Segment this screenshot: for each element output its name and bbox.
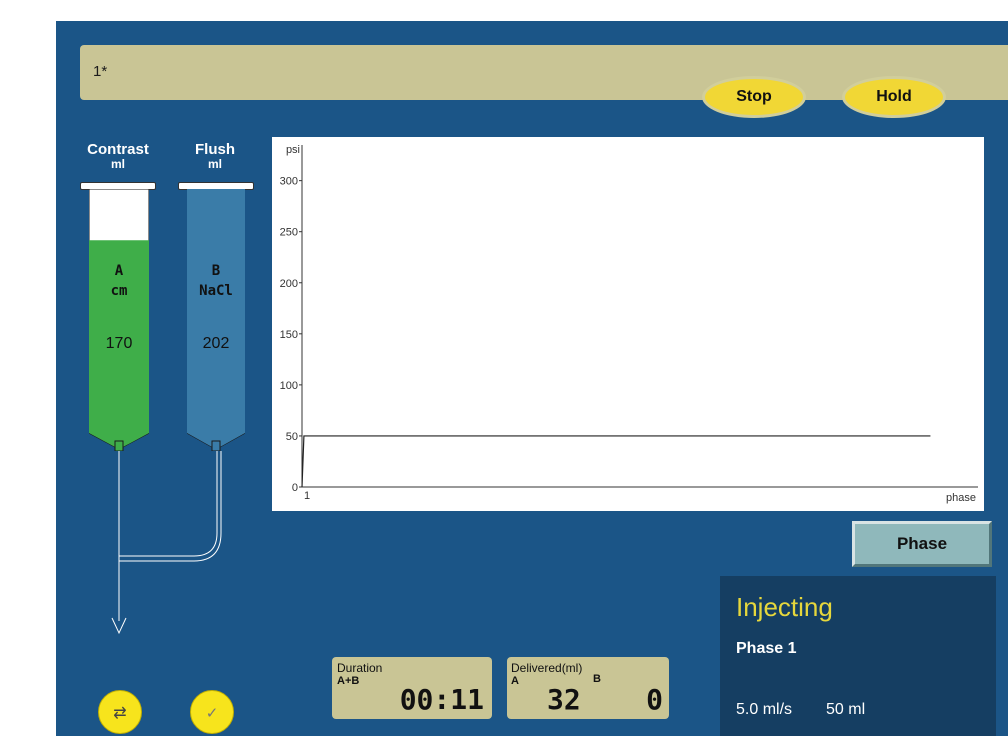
delivered-display: Delivered(ml) A 32 B 0: [507, 657, 669, 719]
y-tick-label: 50: [286, 431, 298, 443]
injection-state: Injecting: [736, 592, 833, 622]
y-axis-label: psi: [286, 144, 300, 156]
tubing-lines: [111, 451, 222, 635]
duration-value: 00:11: [399, 683, 484, 716]
y-tick-label: 250: [280, 227, 298, 239]
duration-sub-label: A+B: [337, 675, 360, 687]
check-icon: ✓: [205, 705, 219, 722]
y-tick-label: 0: [292, 482, 298, 494]
injection-volume: 50 ml: [826, 701, 866, 718]
y-tick-label: 150: [280, 329, 298, 341]
pressure-chart-svg: 0 50 100 150 200 250 300 psi phase 1: [280, 144, 978, 504]
delivered-a-label: A: [511, 675, 519, 687]
y-tick-label: 100: [280, 380, 298, 392]
injection-status-panel: Injecting Phase 1 5.0 ml/s 50 ml: [720, 576, 996, 736]
stop-button[interactable]: Stop: [702, 76, 806, 118]
delivered-label: Delivered(ml): [511, 661, 583, 675]
duration-display: Duration A+B 00:11: [332, 657, 492, 719]
swap-arrows-icon: ⇄: [113, 705, 127, 722]
duration-label: Duration: [337, 661, 383, 675]
delivered-a-value: 32: [547, 683, 581, 716]
injection-rate: 5.0 ml/s: [736, 701, 793, 718]
pressure-chart: 0 50 100 150 200 250 300 psi phase 1: [272, 137, 984, 511]
phase-button[interactable]: Phase: [852, 521, 992, 567]
x-tick-label: 1: [304, 490, 310, 502]
pressure-series-line: [301, 435, 931, 488]
hold-button[interactable]: Hold: [842, 76, 946, 118]
delivered-b-value: 0: [646, 683, 663, 716]
confirm-button[interactable]: ✓: [190, 690, 234, 734]
injector-panel: 1* Stop Hold Contrast ml A cm 170 Flush …: [56, 21, 1008, 736]
y-tick-label: 300: [280, 176, 298, 188]
delivered-b-label: B: [593, 673, 601, 685]
y-tick-label: 200: [280, 278, 298, 290]
x-axis-label: phase: [946, 492, 976, 504]
injection-phase: Phase 1: [736, 640, 797, 657]
swap-button[interactable]: ⇄: [98, 690, 142, 734]
